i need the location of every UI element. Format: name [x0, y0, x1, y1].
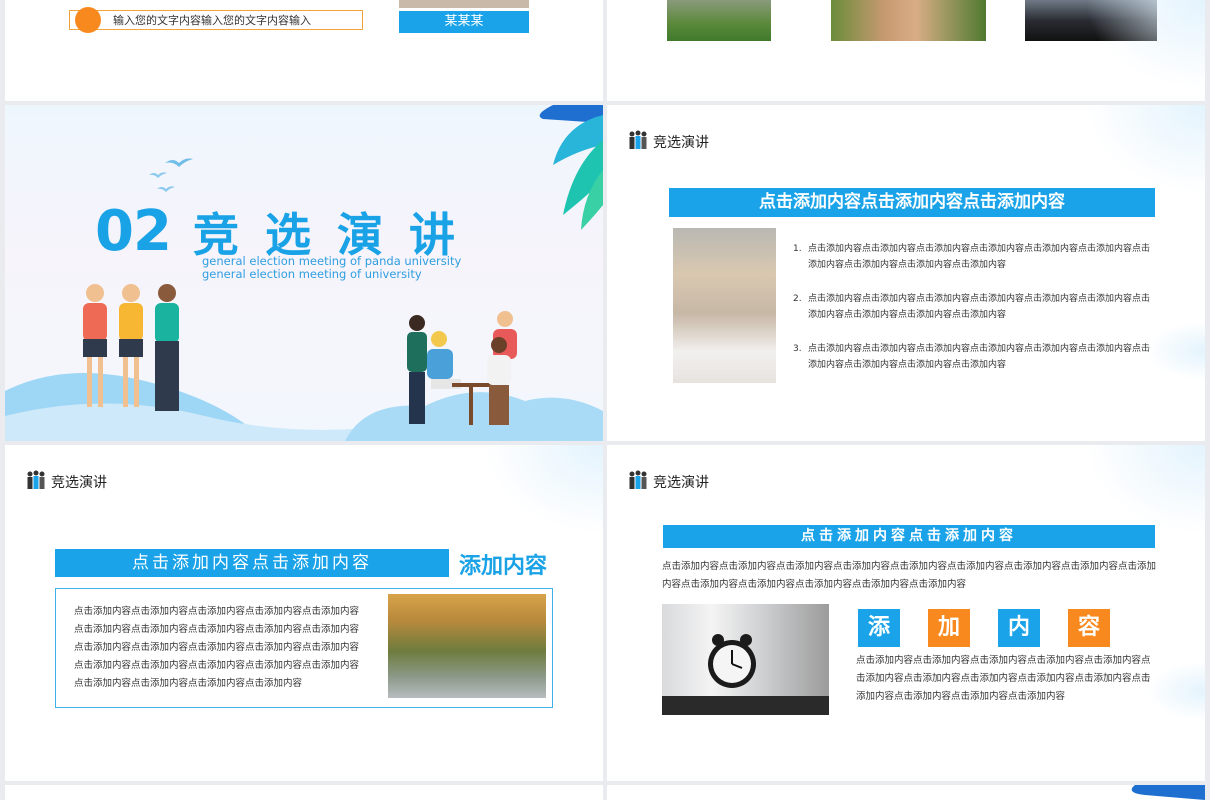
background-glow: [1145, 661, 1205, 721]
input-text: 输入您的文字内容输入您的文字内容输入: [113, 14, 311, 27]
alarm-clock-photo: [662, 604, 829, 715]
header-title: 竞选演讲: [51, 475, 107, 491]
list-text: 点击添加内容点击添加内容点击添加内容点击添加内容点击添加内容点击添加内容点击添加…: [808, 294, 1151, 320]
list-item: 1. 点击添加内容点击添加内容点击添加内容点击添加内容点击添加内容点击添加内容点击…: [793, 241, 1153, 273]
forest-path-photo: [388, 594, 546, 698]
slide-thumbnail-4[interactable]: 竞选演讲 点击添加内容点击添加内容点击添加内容 1. 点击添加内容点击添加内容点击…: [607, 105, 1205, 441]
content-banner: 点击添加内容点击添加内容点击添加内容: [669, 188, 1155, 217]
slide-thumbnail-1[interactable]: 输入您的文字内容输入您的文字内容输入 某某某: [5, 0, 603, 101]
char-tile: 添: [858, 609, 900, 647]
body-text: 点击添加内容点击添加内容点击添加内容点击添加内容点击添加内容点击添加内容点击添加…: [74, 606, 360, 689]
woman-on-phone-photo: [673, 228, 776, 383]
slide-thumbnail-7[interactable]: [5, 785, 603, 800]
palm-leaf-icon: [539, 105, 603, 230]
list-number: 3.: [793, 344, 802, 354]
char-tile: 内: [998, 609, 1040, 647]
people-icon: [629, 130, 647, 149]
discussing-students-illustration: [407, 311, 517, 425]
alarm-clock-icon: [662, 634, 829, 715]
students-on-grass-photo: [667, 0, 771, 41]
cheering-students-illustration: [83, 284, 179, 411]
joined-hands-photo: [831, 0, 986, 41]
section-number: 02: [95, 199, 172, 264]
seagulls-icon: [149, 158, 193, 192]
background-glow: [1085, 105, 1205, 195]
slide-thumbnail-2[interactable]: [607, 0, 1205, 101]
slide-thumbnail-6[interactable]: 竞选演讲 点击添加内容点击添加内容 点击添加内容点击添加内容点击添加内容点击添加…: [607, 445, 1205, 781]
list-text: 点击添加内容点击添加内容点击添加内容点击添加内容点击添加内容点击添加内容点击添加…: [808, 244, 1151, 270]
slide-thumbnail-8[interactable]: [607, 785, 1205, 800]
list-text: 点击添加内容点击添加内容点击添加内容点击添加内容点击添加内容点击添加内容点击添加…: [808, 344, 1151, 370]
portrait-photo: [399, 0, 529, 8]
content-banner: 点击添加内容点击添加内容: [663, 525, 1155, 548]
people-icon: [629, 470, 647, 489]
orange-dot-icon: [75, 7, 101, 33]
section-subtitle: general election meeting of panda univer…: [202, 254, 462, 281]
header-title: 竞选演讲: [653, 135, 709, 151]
palm-leaf-icon: [1131, 785, 1205, 800]
slide-thumbnail-5[interactable]: 竞选演讲 点击添加内容点击添加内容 添加内容 点击添加内容点击添加内容点击添加内…: [5, 445, 603, 781]
header-title: 竞选演讲: [653, 475, 709, 491]
background-glow: [1145, 321, 1205, 381]
background-glow: [1085, 445, 1205, 535]
char-tile: 容: [1068, 609, 1110, 647]
people-icon: [27, 470, 45, 489]
list-number: 2.: [793, 294, 802, 304]
char-tile: 加: [928, 609, 970, 647]
list-item: 3. 点击添加内容点击添加内容点击添加内容点击添加内容点击添加内容点击添加内容点击…: [793, 341, 1153, 373]
content-banner: 点击添加内容点击添加内容: [55, 549, 449, 577]
numbered-list: 1. 点击添加内容点击添加内容点击添加内容点击添加内容点击添加内容点击添加内容点击…: [793, 241, 1153, 391]
slide-thumbnail-3[interactable]: 02 竞选演讲 general election meeting of pand…: [5, 105, 603, 441]
list-item: 2. 点击添加内容点击添加内容点击添加内容点击添加内容点击添加内容点击添加内容点击…: [793, 291, 1153, 323]
intro-text: 点击添加内容点击添加内容点击添加内容点击添加内容点击添加内容点击添加内容点击添加…: [662, 561, 1157, 590]
background-glow: [1085, 0, 1205, 90]
side-title: 添加内容: [459, 554, 548, 579]
list-number: 1.: [793, 244, 802, 254]
body-text: 点击添加内容点击添加内容点击添加内容点击添加内容点击添加内容点击添加内容点击添加…: [856, 655, 1151, 702]
background-glow: [483, 445, 603, 535]
name-label: 某某某: [399, 11, 529, 33]
